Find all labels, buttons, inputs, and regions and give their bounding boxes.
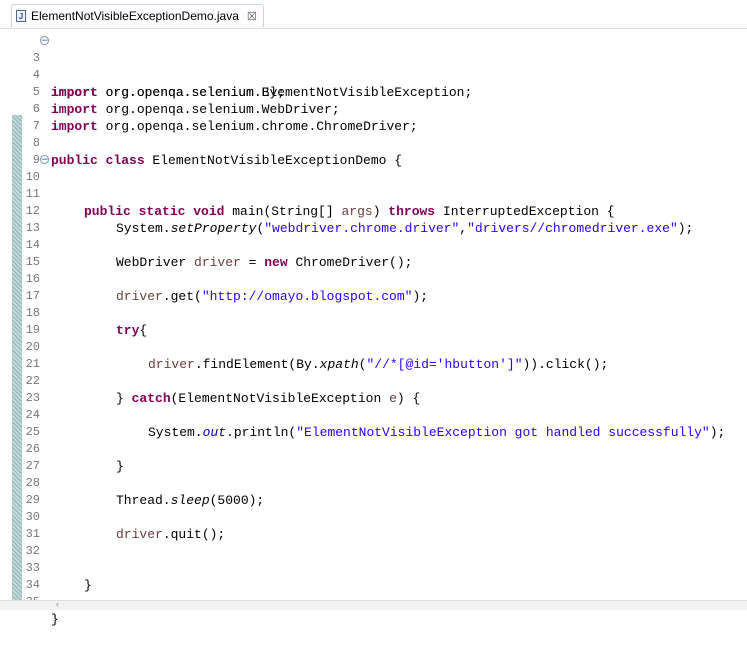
code-line: 14 WebDriver driver = new ChromeDriver()…: [0, 220, 747, 270]
code-line: 8 public class ElementNotVisibleExceptio…: [0, 118, 747, 168]
code-line: 4 import org.openqa.selenium.ElementNotV…: [0, 50, 747, 100]
code-line: 16 driver.get("http://omayo.blogspot.com…: [0, 254, 747, 304]
code-line: 5 import org.openqa.selenium.WebDriver;: [0, 67, 747, 117]
code-line: 34: [0, 560, 747, 592]
tab-title: ElementNotVisibleExceptionDemo.java: [31, 9, 239, 23]
scroll-left-icon[interactable]: ‹: [56, 599, 59, 609]
code-line: 23: [0, 373, 747, 405]
code-line: 13: [0, 203, 747, 235]
code-editor[interactable]: 3 − import org.openqa.selenium.By; 4 imp…: [0, 30, 747, 627]
close-tab-icon[interactable]: ☒: [247, 10, 257, 23]
code-line: 9: [0, 135, 747, 167]
code-line: 26 }: [0, 424, 747, 474]
code-line: 3 − import org.openqa.selenium.By;: [0, 33, 747, 100]
java-file-icon: J: [16, 10, 26, 22]
editor-tab[interactable]: J ElementNotVisibleExceptionDemo.java ☒: [11, 4, 264, 27]
code-line: 24 System.out.println("ElementNotVisible…: [0, 390, 747, 440]
code-line: 32: [0, 526, 747, 558]
code-line: 20 driver.findElement(By.xpath("//*[@id=…: [0, 322, 747, 372]
code-text: }: [51, 612, 59, 627]
code-line: 6 import org.openqa.selenium.chrome.Chro…: [0, 84, 747, 134]
code-line: 19: [0, 305, 747, 337]
code-line: 10 − public static void main(String[] ar…: [0, 152, 747, 219]
editor-tab-bar: J ElementNotVisibleExceptionDemo.java ☒: [0, 0, 747, 29]
code-line: 28 Thread.sleep(5000);: [0, 458, 747, 508]
code-line: 7: [0, 101, 747, 133]
code-line: 15: [0, 237, 747, 269]
code-line: 11: [0, 169, 747, 201]
code-line: 29: [0, 475, 747, 507]
code-line: 21: [0, 339, 747, 371]
code-line: 31: [0, 509, 747, 541]
code-line: 18 try{: [0, 288, 747, 338]
code-line: 12 System.setProperty("webdriver.chrome.…: [0, 186, 747, 236]
code-line: 22 } catch(ElementNotVisibleException e)…: [0, 356, 747, 406]
code-line: 25: [0, 407, 747, 439]
code-line: 33 }: [0, 543, 747, 593]
code-line: 35 }: [0, 577, 747, 627]
code-line: 30 driver.quit();: [0, 492, 747, 542]
fold-toggle-icon[interactable]: −: [40, 36, 49, 46]
code-line: 27: [0, 441, 747, 473]
code-line: 17: [0, 271, 747, 303]
fold-toggle-icon[interactable]: −: [40, 155, 49, 165]
